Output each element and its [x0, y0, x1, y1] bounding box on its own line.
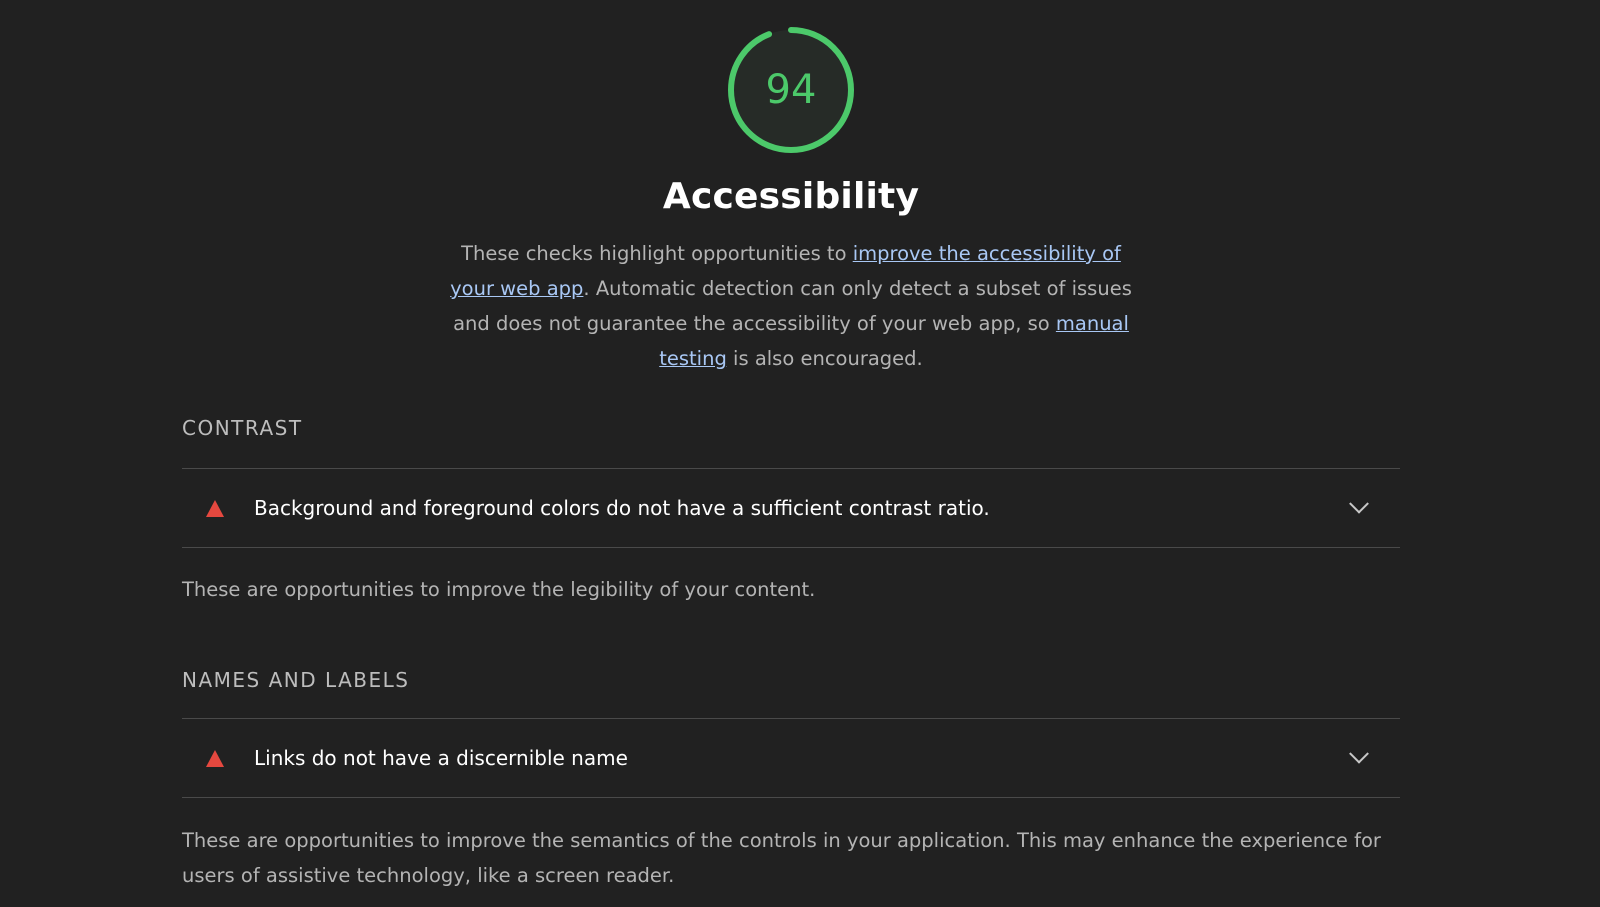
chevron-down-icon[interactable]: [1349, 743, 1369, 764]
audit-row-color-contrast[interactable]: Background and foreground colors do not …: [182, 468, 1400, 548]
description-text: These checks highlight opportunities to: [461, 242, 853, 265]
category-title: Accessibility: [662, 176, 920, 217]
chevron-down-icon[interactable]: [1349, 493, 1369, 514]
group-description-contrast: These are opportunities to improve the l…: [182, 578, 816, 601]
audit-title: Background and foreground colors do not …: [254, 496, 990, 520]
description-text: is also encouraged.: [726, 347, 923, 370]
report-page: 94 Accessibility These checks highlight …: [0, 0, 1600, 907]
group-description-names-labels: These are opportunities to improve the s…: [182, 829, 1381, 887]
category-description: These checks highlight opportunities to …: [448, 236, 1134, 376]
audit-row-link-name[interactable]: Links do not have a discernible name: [182, 718, 1400, 798]
group-title-names-labels: NAMES AND LABELS: [182, 668, 410, 692]
score-gauge[interactable]: 94: [725, 24, 857, 156]
warning-triangle-icon: [206, 499, 224, 517]
group-title-contrast: CONTRAST: [182, 416, 303, 440]
audit-title: Links do not have a discernible name: [254, 746, 628, 770]
score-value: 94: [765, 67, 817, 113]
warning-triangle-icon: [206, 749, 224, 767]
